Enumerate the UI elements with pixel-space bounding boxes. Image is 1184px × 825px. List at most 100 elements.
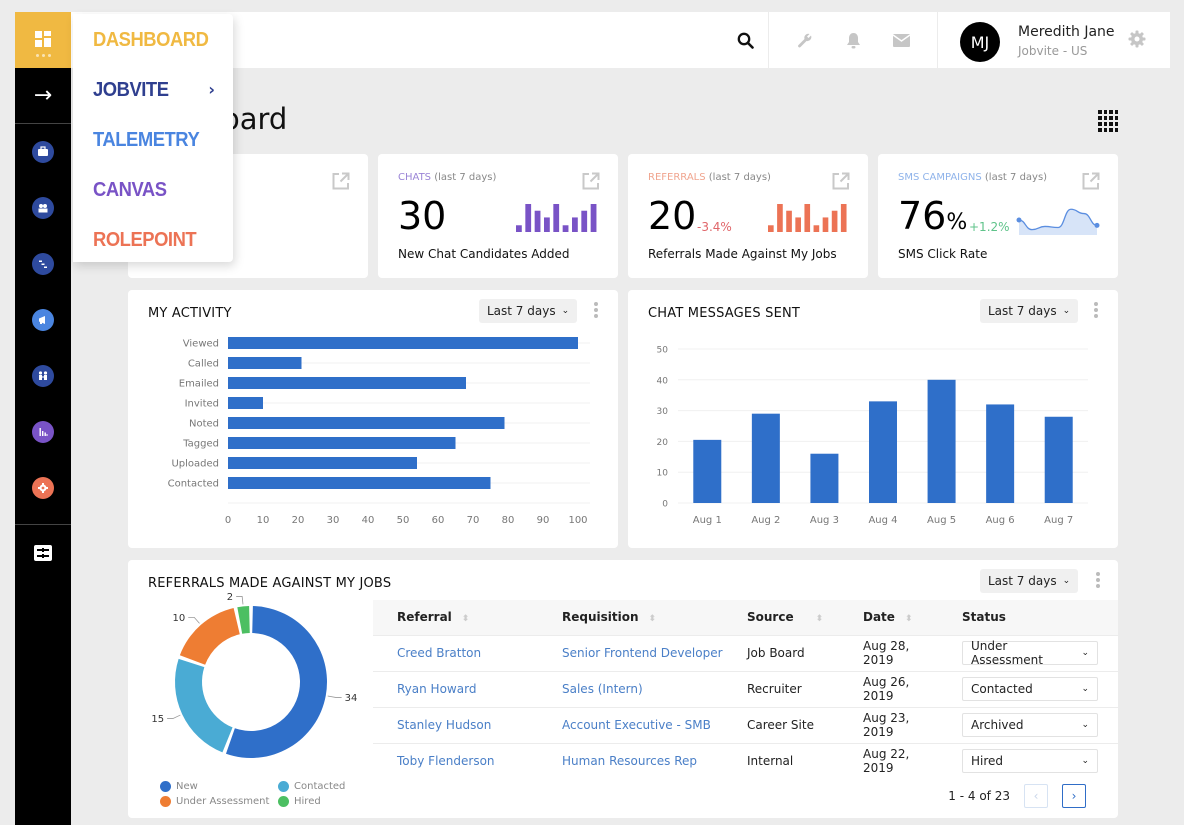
legend-item-under-assessment: Under Assessment [160,796,269,807]
external-link-icon[interactable] [1082,172,1100,194]
chevron-right-icon[interactable]: › [208,80,215,99]
requisition-link[interactable]: Human Resources Rep [538,742,723,779]
apps-grid-button[interactable] [1098,110,1118,132]
column-header-referral[interactable]: Referral ⬍ [373,600,538,635]
status-select[interactable]: Under Assessment ⌄ [962,639,1098,667]
dashboard-launcher-button[interactable] [15,12,71,68]
donut-slice-hired [237,606,250,634]
sort-icon[interactable]: ⬍ [816,614,824,624]
sparkline-bar [777,204,783,232]
chevron-down-icon: ⌄ [1081,756,1089,767]
menu-item-canvas[interactable]: CANVAS [93,179,167,202]
top-bar: MJ Meredith Jane Jobvite - US [71,12,1170,68]
requisition-link[interactable]: Account Executive - SMB [538,706,723,743]
expand-sidebar-button[interactable]: → [15,68,71,124]
bar [927,379,956,503]
referral-link[interactable]: Toby Flenderson [373,742,538,779]
referrals-table: Referral ⬍ Requisition ⬍ Source ⬍ Date ⬍ Sta… [373,600,1118,779]
menu-item-talemetry[interactable]: TALEMETRY [93,129,200,152]
menu-item-jobvite[interactable]: JOBVITE [93,79,169,102]
date-cell: Aug 26, 2019 [839,670,938,707]
mail-icon [892,33,910,47]
pagination-label: 1 - 4 of 23 [948,789,1010,803]
x-tick-label: 10 [257,515,270,526]
referral-link[interactable]: Creed Bratton [373,634,538,671]
stat-card-referrals[interactable]: REFERRALS (last 7 days) 20 -3.4% Referra… [628,154,868,278]
external-link-icon[interactable] [832,172,850,194]
table-row: Creed Bratton Senior Frontend Developer … [373,634,1118,671]
referral-link[interactable]: Stanley Hudson [373,706,538,743]
stat-card-sms[interactable]: SMS CAMPAIGNS (last 7 days) 76% +1.2% SM… [878,154,1118,278]
sidebar-item-events[interactable] [15,348,71,404]
x-tick-label: 60 [432,515,445,526]
y-tick-label: 30 [657,407,669,417]
sidebar-item-settings[interactable] [15,460,71,516]
slice-value-label: 34 [345,693,358,704]
next-page-button[interactable]: › [1062,784,1086,808]
column-header-requisition[interactable]: Requisition ⬍ [538,600,723,635]
status-select[interactable]: Contacted ⌄ [962,677,1098,701]
chats-sparkline [516,204,597,232]
column-header-date[interactable]: Date ⬍ [839,600,938,635]
sidebar-item-analytics[interactable] [15,404,71,460]
requisition-link[interactable]: Sales (Intern) [538,670,723,707]
sparkline-bar [534,210,541,232]
sort-icon[interactable]: ⬍ [649,614,657,624]
date-cell: Aug 28, 2019 [839,634,938,671]
chevron-down-icon: ⌄ [1062,576,1071,586]
date-range-dropdown[interactable]: Last 7 days ⌄ [980,569,1079,593]
referral-link[interactable]: Ryan Howard [373,670,538,707]
sidebar-item-candidates[interactable] [15,180,71,236]
sort-icon[interactable]: ⬍ [905,614,913,624]
source-cell: Career Site [723,706,839,743]
chevron-down-icon: ⌄ [1081,684,1089,694]
status-select[interactable]: Hired ⌄ [962,749,1098,774]
column-header-source[interactable]: Source ⬍ [723,600,839,635]
toggle-panel-button[interactable] [15,525,71,581]
y-tick-label: Emailed [179,379,219,390]
label-leader [188,617,200,624]
x-tick-label: Aug 6 [986,515,1015,526]
sparkline-bar [822,217,829,232]
y-tick-label: Viewed [183,339,219,350]
sparkline-bar [590,204,597,232]
date-cell: Aug 23, 2019 [839,706,938,743]
x-tick-label: 40 [362,515,375,526]
sparkline-bar [562,225,569,232]
notifications-button[interactable] [838,12,868,68]
tools-button[interactable] [790,12,820,68]
user-settings-button[interactable] [1128,30,1146,52]
stat-description: New Chat Candidates Added [398,247,570,261]
menu-item-dashboard[interactable]: DASHBOARD [93,29,209,52]
sparkline-bar [544,217,550,232]
search-button[interactable] [721,12,769,68]
sparkline-bar [525,204,532,232]
sidebar-item-jobs[interactable] [15,124,71,180]
status-select[interactable]: Archived ⌄ [962,713,1098,737]
previous-page-button[interactable]: ‹ [1024,784,1048,808]
sort-icon[interactable]: ⬍ [462,614,470,624]
sparkline-point [1094,222,1100,228]
sidebar-item-campaigns[interactable] [15,292,71,348]
stat-description: SMS Click Rate [898,247,988,261]
sidebar-item-workflow[interactable] [15,236,71,292]
sidebar: → [15,12,71,825]
donut-slice-contacted [175,658,233,753]
user-name[interactable]: Meredith Jane [1018,24,1115,40]
referrals-sparkline [768,204,847,232]
donut-slice-under-assessment [179,608,240,665]
y-tick-label: Noted [189,419,219,430]
x-tick-label: 20 [292,515,305,526]
stat-card-chats[interactable]: CHATS (last 7 days) 30 New Chat Candidat… [378,154,618,278]
external-link-icon[interactable] [582,172,600,194]
date-cell: Aug 22, 2019 [839,742,938,779]
stat-label: REFERRALS (last 7 days) [648,172,771,183]
external-link-icon[interactable] [332,172,350,194]
avatar[interactable]: MJ [960,22,1000,62]
sparkline-bar [581,210,588,232]
stat-value: 30 [398,194,447,238]
more-options-icon[interactable] [1096,572,1100,588]
menu-item-rolepoint[interactable]: ROLEPOINT [93,229,197,252]
messages-button[interactable] [886,12,916,68]
requisition-link[interactable]: Senior Frontend Developer [538,634,723,671]
